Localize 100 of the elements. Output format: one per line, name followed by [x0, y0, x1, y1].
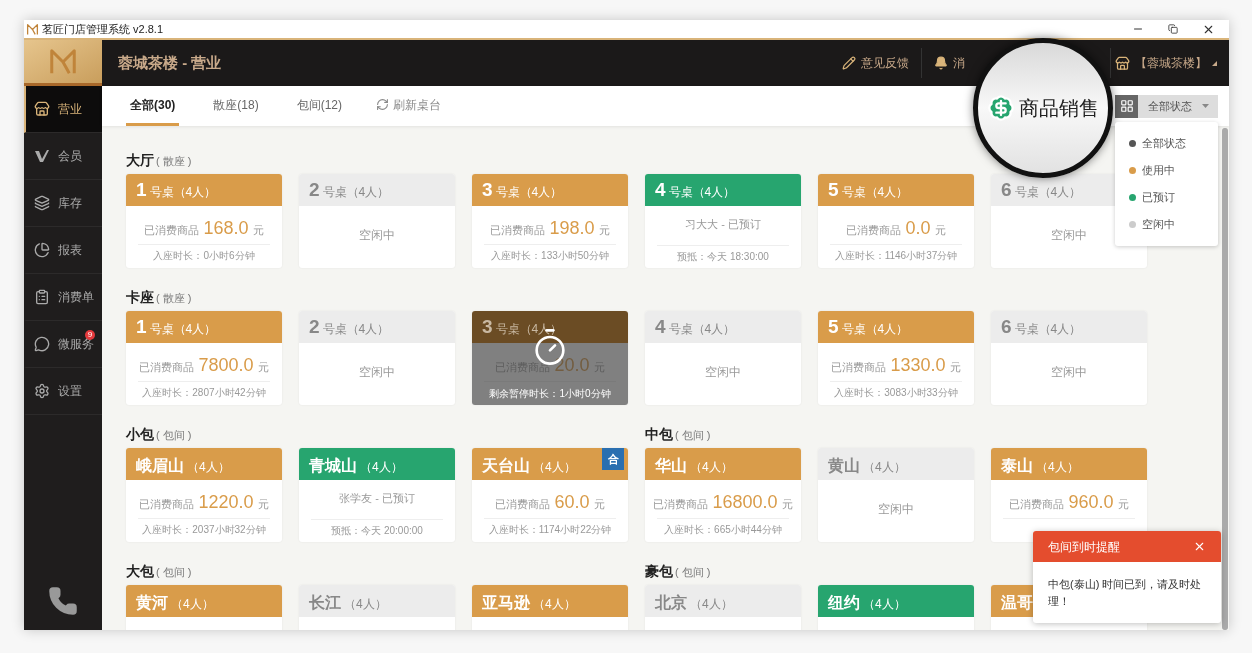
amount: 960.0 — [1068, 491, 1114, 514]
amount: 20.0 — [554, 354, 590, 377]
section-subtitle: ( 包间 ) — [675, 428, 711, 443]
seated-duration: 入座时长：2037小时32分钟 — [142, 523, 266, 537]
amount: 1220.0 — [198, 491, 254, 514]
arrival-time: 预抵：今天 18:30:00 — [677, 250, 769, 264]
table-capacity: （4人） — [187, 459, 230, 476]
idle-status: 空闲中 — [878, 501, 914, 518]
currency-unit: 元 — [781, 497, 793, 512]
amount: 168.0 — [203, 217, 249, 240]
seated-duration: 入座时长：3083小时33分钟 — [834, 386, 958, 400]
table-capacity: （4人） — [533, 459, 576, 476]
section-title: 中包 — [645, 425, 673, 444]
table-capacity: 号桌（4人） — [668, 321, 736, 338]
table-name: 长江 — [309, 593, 341, 613]
section-subtitle: ( 包间 ) — [675, 565, 711, 580]
pause-remaining: 剩余暂停时长：1小时0分钟 — [489, 387, 611, 401]
seated-duration: 入座时长：133小时50分钟 — [491, 249, 609, 263]
seated-duration: 入座时长：1146小时37分钟 — [834, 249, 958, 263]
currency-unit: 元 — [949, 360, 961, 375]
table-capacity: （4人） — [1036, 459, 1079, 476]
spent-label: 已消费商品 — [495, 497, 551, 512]
spent-label: 已消费商品 — [831, 360, 887, 375]
table-name: 亚马逊 — [482, 593, 530, 613]
table-name: 峨眉山 — [136, 456, 184, 476]
merge-badge: 合 — [602, 448, 624, 470]
section-title: 小包 — [126, 425, 154, 444]
seated-duration: 入座时长：665小时44分钟 — [664, 523, 782, 537]
table-name: 1 — [136, 317, 147, 337]
idle-status: 空闲中 — [1051, 364, 1087, 381]
table-capacity: 号桌（4人） — [1014, 321, 1082, 338]
currency-unit: 元 — [257, 497, 269, 512]
table-capacity: （4人） — [690, 459, 733, 476]
table-capacity: （4人） — [863, 596, 906, 613]
table-name: 2 — [309, 317, 320, 337]
table-name: 2 — [309, 180, 320, 200]
amount: 0.0 — [905, 217, 931, 240]
spent-label: 已消费商品 — [653, 497, 709, 512]
currency-unit: 元 — [1117, 497, 1129, 512]
table-capacity: （4人） — [533, 596, 576, 613]
seated-duration: 入座时长：2807小时42分钟 — [142, 386, 266, 400]
table-capacity: 号桌（4人） — [495, 184, 563, 201]
arrival-time: 预抵：今天 20:00:00 — [331, 524, 423, 538]
table-capacity: 号桌（4人） — [668, 184, 736, 201]
table-name: 5 — [828, 317, 839, 337]
table-capacity: （4人） — [171, 596, 214, 613]
amount: 7800.0 — [198, 354, 254, 377]
spent-label: 已消费商品 — [1009, 497, 1065, 512]
table-name: 4 — [655, 180, 666, 200]
idle-status: 空闲中 — [359, 364, 395, 381]
idle-status: 空闲中 — [705, 364, 741, 381]
window-title: 茗匠门店管理系统 v2.8.1 — [42, 21, 164, 37]
section-subtitle: ( 包间 ) — [156, 565, 192, 580]
table-capacity: （4人） — [863, 459, 906, 476]
table-capacity: 号桌（4人） — [841, 321, 909, 338]
amount: 198.0 — [549, 217, 595, 240]
notification-badge: 9 — [85, 330, 95, 340]
table-capacity: （4人） — [344, 596, 387, 613]
table-name: 3 — [482, 180, 493, 200]
reservation-guest: 张学友 - 已预订 — [339, 491, 415, 506]
section-subtitle: ( 散座 ) — [156, 154, 192, 169]
currency-unit: 元 — [934, 223, 946, 238]
section-title: 大包 — [126, 562, 154, 581]
spent-label: 已消费商品 — [139, 497, 195, 512]
toast-message: 中包(泰山) 时间已到，请及时处理！ — [1047, 577, 1203, 609]
amount: 60.0 — [554, 491, 590, 514]
spent-label: 已消费商品 — [139, 360, 195, 375]
table-name: 纽约 — [828, 593, 860, 613]
table-name: 泰山 — [1001, 456, 1033, 476]
currency-unit: 元 — [598, 223, 610, 238]
page-title: 蓉城茶楼 - 营业 — [118, 52, 222, 73]
table-capacity: 号桌（4人） — [1014, 184, 1082, 201]
table-name: 3 — [482, 317, 493, 337]
section-title: 卡座 — [126, 288, 154, 307]
table-name: 温哥 — [1001, 593, 1033, 613]
currency-unit: 元 — [252, 223, 264, 238]
table-name: 5 — [828, 180, 839, 200]
table-name: 华山 — [655, 456, 687, 476]
reservation-guest: 习大大 - 已预订 — [685, 217, 761, 232]
table-name: 青城山 — [309, 456, 357, 476]
table-name: 北京 — [655, 593, 687, 613]
spent-label: 已消费商品 — [144, 223, 200, 238]
section-title: 大厅 — [126, 151, 154, 170]
amount: 1330.0 — [890, 354, 946, 377]
section-subtitle: ( 散座 ) — [156, 291, 192, 306]
table-capacity: 号桌（4人） — [149, 321, 217, 338]
table-name: 6 — [1001, 317, 1012, 337]
table-capacity: 号桌（4人） — [322, 184, 390, 201]
amount: 16800.0 — [712, 491, 778, 514]
spent-label: 已消费商品 — [490, 223, 546, 238]
table-name: 黄山 — [828, 456, 860, 476]
table-name: 4 — [655, 317, 666, 337]
idle-status: 空闲中 — [1051, 227, 1087, 244]
table-name: 黄河 — [136, 593, 168, 613]
seated-duration: 入座时长：0小时6分钟 — [153, 249, 255, 263]
spent-label: 已消费商品 — [846, 223, 902, 238]
magnified-label: 商品销售 — [1019, 96, 1099, 121]
seated-duration: 入座时长：1174小时22分钟 — [488, 523, 612, 537]
table-capacity: （4人） — [360, 459, 403, 476]
table-capacity: （4人） — [690, 596, 733, 613]
